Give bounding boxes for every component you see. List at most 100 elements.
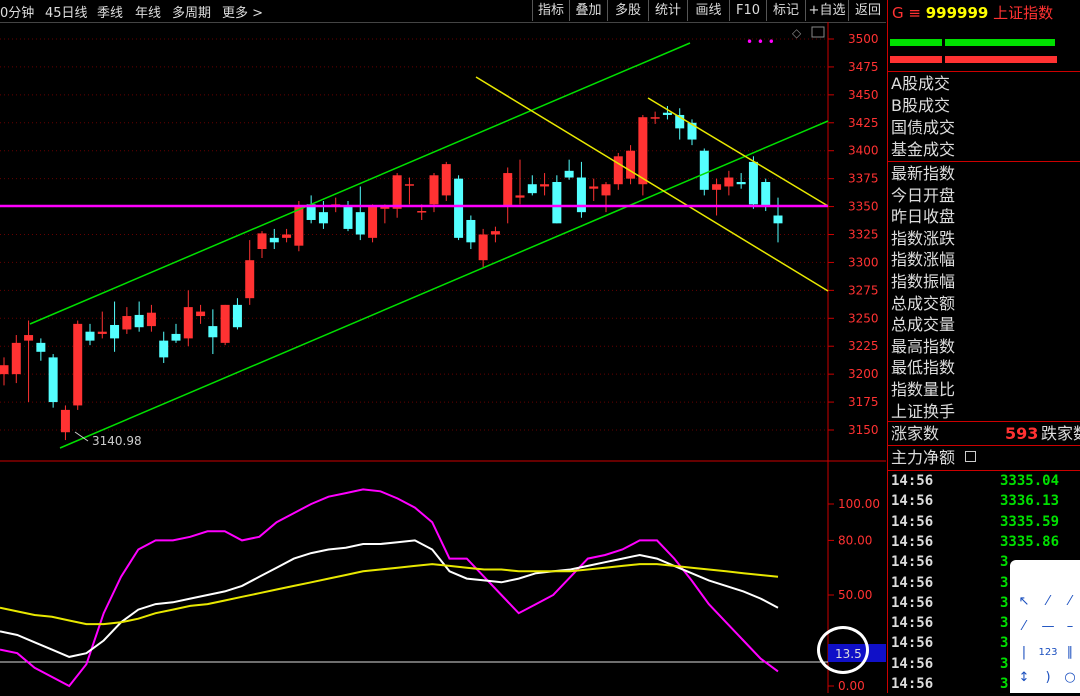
indicator-tick-label: 0.00 xyxy=(838,679,865,693)
overlay-button[interactable]: 叠加 xyxy=(569,0,607,21)
candle xyxy=(576,161,586,218)
candle xyxy=(404,177,414,205)
trend-line-long[interactable] xyxy=(475,76,829,292)
candle-body xyxy=(736,181,746,185)
candle-body xyxy=(36,342,46,352)
up-count-value: 593 xyxy=(1005,424,1039,443)
diamond-icon[interactable]: ◇ xyxy=(792,26,802,40)
period-45day[interactable]: 45日线 xyxy=(45,2,88,21)
indicator-tick-label: 100.00 xyxy=(838,497,880,511)
candle xyxy=(306,195,316,224)
code-prefix[interactable]: G ≡ xyxy=(892,4,921,22)
more-dots-icon[interactable]: • • • xyxy=(746,35,775,49)
candle xyxy=(515,159,525,205)
candle-body xyxy=(11,342,21,375)
candle-body xyxy=(48,357,58,403)
back-button[interactable]: 返回 xyxy=(848,0,887,21)
period-year[interactable]: 年线 xyxy=(135,2,161,21)
candle-body xyxy=(626,150,636,179)
f10-button[interactable]: F10 xyxy=(729,0,766,21)
indicator-tick-label: 80.00 xyxy=(838,533,872,547)
net-flow-label[interactable]: 主力净额 xyxy=(891,447,955,469)
indicator-button[interactable]: 指标 xyxy=(532,0,569,21)
candle-body xyxy=(196,311,206,317)
trend-line-short[interactable] xyxy=(647,97,829,207)
price-tick-label: 3225 xyxy=(848,339,879,353)
tick-value: 3 xyxy=(1000,594,1009,611)
candle-body xyxy=(601,184,611,196)
price-tick-label: 3500 xyxy=(848,32,879,46)
price-tick-label: 3250 xyxy=(848,311,879,325)
price-axis: 3500 3475 3450 3425 3400 3375 3350 3325 3300 3275… xyxy=(828,32,879,437)
arc-tool-icon[interactable]: ) xyxy=(1038,668,1058,688)
index-field-label: 最高指数 xyxy=(891,336,956,356)
tick-time: 14:56 xyxy=(891,574,934,591)
parallel-lines-tool-icon[interactable]: ∥ xyxy=(1060,643,1080,663)
price-tick-label: 3475 xyxy=(848,60,879,74)
channel-upper-line[interactable] xyxy=(29,42,691,325)
window-icon[interactable] xyxy=(811,26,825,38)
price-tick-label: 3350 xyxy=(848,200,879,214)
candle-body xyxy=(712,184,722,190)
candle-body xyxy=(613,156,623,185)
line-segment-tool-icon[interactable]: ⁄ xyxy=(1038,592,1058,612)
list-icon[interactable] xyxy=(965,451,976,462)
candle xyxy=(146,304,156,332)
circle-tool-icon[interactable]: ○ xyxy=(1060,668,1080,688)
price-label-tool-icon[interactable]: 123 xyxy=(1038,643,1058,663)
candle-body xyxy=(183,307,193,339)
candle xyxy=(748,156,758,209)
extended-line-tool-icon[interactable]: ⁄ xyxy=(1014,617,1034,637)
candle xyxy=(552,175,562,224)
multi-stock-button[interactable]: 多股 xyxy=(607,0,648,21)
indicator-line xyxy=(0,563,779,626)
candle-body xyxy=(515,195,525,198)
candle xyxy=(675,108,685,140)
candle xyxy=(85,323,95,346)
price-tick-label: 3325 xyxy=(848,228,879,242)
cursor-tool-icon[interactable]: ↖ xyxy=(1014,592,1034,612)
candle-body xyxy=(257,233,267,250)
period-multi[interactable]: 多周期 xyxy=(172,2,211,21)
ray-tool-icon[interactable]: ⁄ xyxy=(1060,592,1080,612)
candle-body xyxy=(552,181,562,224)
index-field-label: 指数量比 xyxy=(891,380,956,399)
period-quarter[interactable]: 季线 xyxy=(97,2,123,21)
chart-area[interactable]: 3500 3475 3450 3425 3400 3375 3350 3325 3300 3275… xyxy=(0,22,886,693)
candle-body xyxy=(404,184,414,186)
price-tick-label: 3150 xyxy=(848,423,879,437)
candle xyxy=(773,197,783,243)
candle xyxy=(282,228,292,243)
index-field-label: 指数涨跌 xyxy=(891,228,956,248)
volume-label: 国债成交 xyxy=(891,118,956,137)
tick-time: 14:56 xyxy=(891,676,934,692)
stats-button[interactable]: 统计 xyxy=(648,0,687,21)
mark-button[interactable]: 标记 xyxy=(766,0,805,21)
candle-body xyxy=(564,170,574,178)
candle-body xyxy=(527,184,537,194)
add-watchlist-button[interactable]: +自选 xyxy=(805,0,848,21)
vertical-line-tool-icon[interactable]: | xyxy=(1014,643,1034,663)
candle-body xyxy=(662,112,672,115)
drawn-lines[interactable] xyxy=(0,42,829,449)
period-minutes[interactable]: 0分钟 xyxy=(0,2,34,21)
indicator-line xyxy=(0,539,779,658)
tick-value: 3 xyxy=(1000,574,1009,591)
volume-label: A股成交 xyxy=(891,74,950,93)
price-tick-label: 3200 xyxy=(848,367,879,381)
horizontal-line-tool-icon[interactable]: — xyxy=(1038,617,1058,637)
tick-time: 14:56 xyxy=(891,615,934,632)
candle-body xyxy=(232,304,242,328)
horizontal-ray-tool-icon[interactable]: – xyxy=(1060,617,1080,637)
candle xyxy=(245,240,255,305)
candle-body xyxy=(0,365,9,375)
stock-name: 上证指数 xyxy=(993,4,1054,22)
candle xyxy=(269,228,279,250)
draw-line-button[interactable]: 画线 xyxy=(687,0,729,21)
tick-time: 14:56 xyxy=(891,493,934,510)
stock-code: 999999 xyxy=(925,4,989,22)
candle-body xyxy=(269,237,279,243)
candle xyxy=(466,215,476,250)
arrow-tool-icon[interactable]: ↕ xyxy=(1014,668,1034,688)
period-more[interactable]: 更多 > xyxy=(222,2,263,21)
